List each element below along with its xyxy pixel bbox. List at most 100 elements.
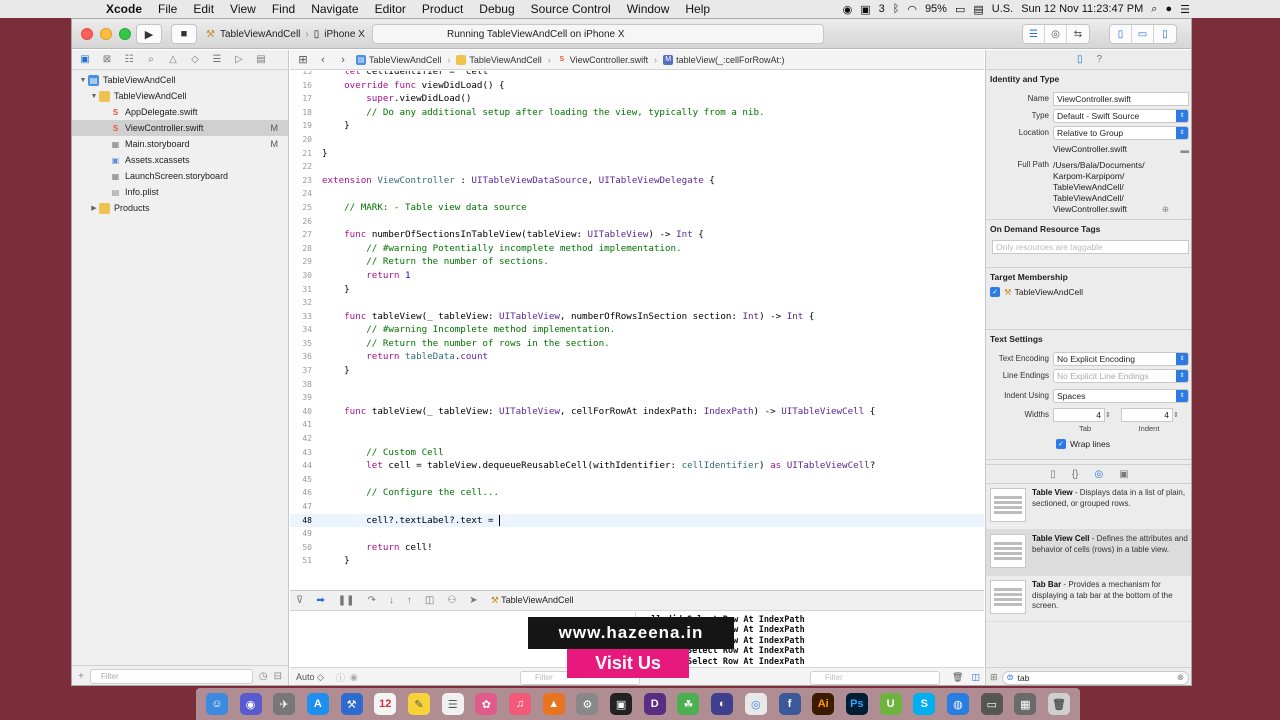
breakpoints-toggle-icon[interactable]: ➡ [316,595,324,606]
location-select[interactable]: Relative to Group ⇕ [1053,125,1189,140]
facebook-icon[interactable]: f [778,693,801,715]
code-line[interactable]: 47 [290,500,984,514]
code-line[interactable]: 29 // Return the number of sections. [290,255,984,269]
tab-width-stepper[interactable]: ⇕ [1105,411,1117,419]
code-line[interactable]: 28 // #warning Potentially incomplete me… [290,242,984,256]
version-editor-icon[interactable]: ⇆ [1067,25,1089,43]
chrome-icon[interactable]: ◎ [744,693,767,715]
navigator-item[interactable]: ▼ TableViewAndCell [72,88,288,104]
menu-debug[interactable]: Debug [471,2,522,16]
menu-navigate[interactable]: Navigate [303,2,366,16]
navigator-item[interactable]: ▦ LaunchScreen.storyboard [72,168,288,184]
reminders-icon[interactable]: ☰ [441,693,464,715]
run-button[interactable]: ▶ [136,24,162,44]
clear-filter-icon[interactable]: ⊗ [1177,672,1184,683]
tags-field[interactable]: Only resources are taggable [992,240,1189,254]
console-filter-input[interactable]: Filter [810,670,940,685]
indent-width-field[interactable]: 4 [1121,407,1173,422]
finder-icon[interactable]: ☺ [205,693,228,715]
file-inspector-icon[interactable]: ▯ [1077,54,1083,65]
code-line[interactable]: 26 [290,215,984,229]
code-line[interactable]: 27 func numberOfSectionsInTableView(tabl… [290,228,984,242]
file-template-icon[interactable]: ▯ [1050,469,1056,480]
code-line[interactable]: 30 return 1 [290,269,984,283]
step-over-icon[interactable]: ↷ [367,595,375,606]
navigator-item[interactable]: S AppDelegate.swift [72,104,288,120]
code-line[interactable]: 49 [290,527,984,541]
music-icon[interactable]: ♫ [509,693,532,715]
app-store-icon[interactable]: A [306,693,329,715]
navigator-item[interactable]: S ViewController.swift M [72,120,288,136]
code-line[interactable]: 25 // MARK: - Table view data source [290,201,984,215]
code-line[interactable]: 17 super.viewDidLoad() [290,92,984,106]
vlc-icon[interactable]: ▲ [542,693,565,715]
split-view-icon[interactable]: ◫ [971,672,980,683]
code-line[interactable]: 21} [290,147,984,161]
terminal-icon[interactable]: ▣ [610,693,633,715]
indent-using-select[interactable]: Spaces ⇕ [1053,388,1189,403]
bluetooth-icon[interactable]: ᛒ [893,3,900,15]
quick-help-icon[interactable]: ? [1096,54,1102,65]
test-icon[interactable]: ◇ [188,54,202,65]
code-line[interactable]: 41 [290,418,984,432]
breadcrumb-method[interactable]: MtableView(_:cellForRowAt:) [663,54,785,65]
standard-editor-icon[interactable]: ☰ [1023,25,1045,43]
breakpoint-icon[interactable]: ▷ [232,54,246,65]
watermark-url[interactable]: www.hazeena.in [528,617,734,649]
navigator-filter-input[interactable]: Filter [89,669,253,684]
code-line[interactable]: 38 [290,378,984,392]
hide-debug-area-icon[interactable]: ⊽ [296,595,303,606]
skype-icon[interactable]: S [913,693,936,715]
menu-editor[interactable]: Editor [367,2,414,16]
utilities-toggle-icon[interactable]: ▯ [1154,25,1176,43]
forward-icon[interactable]: › [336,54,350,66]
code-line[interactable]: 39 [290,391,984,405]
code-line[interactable]: 31 } [290,283,984,297]
siri-icon[interactable]: ◉ [239,693,262,715]
code-line[interactable]: 32 [290,296,984,310]
breadcrumb-group[interactable]: TableViewAndCell [456,54,542,65]
name-field[interactable]: ViewController.swift [1053,91,1189,106]
indent-width-stepper[interactable]: ⇕ [1173,411,1183,419]
code-line[interactable]: 45 [290,473,984,487]
wrap-lines-checkbox[interactable]: ✓ [1056,438,1066,449]
clock[interactable]: Sun 12 Nov 11:23:47 PM [1021,3,1143,15]
minimize-window-button[interactable] [100,28,112,40]
info-icon[interactable]: ⓘ [336,671,350,684]
step-out-icon[interactable]: ↑ [407,595,412,606]
scheme-selector[interactable]: ⚒ TableViewAndCell › ▯ iPhone X [206,25,365,43]
notification-center-icon[interactable]: ☰ [1180,3,1190,16]
media-library-icon[interactable]: ▣ [1119,469,1128,480]
code-line[interactable]: 51 } [290,554,984,568]
menu-window[interactable]: Window [619,2,678,16]
source-control-icon[interactable]: ⊠ [100,54,114,65]
notes-icon[interactable]: ✎ [407,693,430,715]
watermark-visit-button[interactable]: Visit Us [567,649,689,678]
code-line[interactable]: 16 override func viewDidLoad() { [290,79,984,93]
calendar-icon[interactable]: 12 [374,693,397,715]
tab-width-field[interactable]: 4 [1053,407,1105,422]
navigator-item[interactable]: ▤ Info.plist [72,184,288,200]
library-item[interactable]: Table View Cell - Defines the attributes… [986,530,1191,576]
code-line[interactable]: 42 [290,432,984,446]
photoshop-icon[interactable]: Ps [845,693,868,715]
symbol-icon[interactable]: ☷ [122,54,136,65]
library-filter-input[interactable]: ⊜ tab ⊗ [1001,670,1189,685]
debug-area-toggle-icon[interactable]: ▭ [1132,25,1154,43]
grid-view-icon[interactable]: ⊞ [990,672,998,683]
code-line[interactable]: 48 cell?.textLabel?.text = [290,513,984,528]
navigator-toggle-icon[interactable]: ▯ [1110,25,1132,43]
code-line[interactable]: 20 [290,133,984,147]
report-icon[interactable]: ▤ [254,54,268,65]
disclosure-triangle-icon[interactable]: ▶ [89,204,99,212]
line-endings-select[interactable]: No Explicit Line Endings ⇕ [1053,368,1189,383]
trash-dock-icon[interactable]: 🗑 [1048,693,1071,715]
system-preferences-icon[interactable]: ⚙ [576,693,599,715]
encoding-select[interactable]: No Explicit Encoding ⇕ [1053,351,1189,366]
code-line[interactable]: 46 // Configure the cell... [290,486,984,500]
code-line[interactable]: 50 return cell! [290,541,984,555]
launchpad-icon[interactable]: ✈ [273,693,296,715]
user-icon[interactable]: ● [1165,3,1172,15]
menu-product[interactable]: Product [414,2,471,16]
illustrator-icon[interactable]: Ai [812,693,835,715]
